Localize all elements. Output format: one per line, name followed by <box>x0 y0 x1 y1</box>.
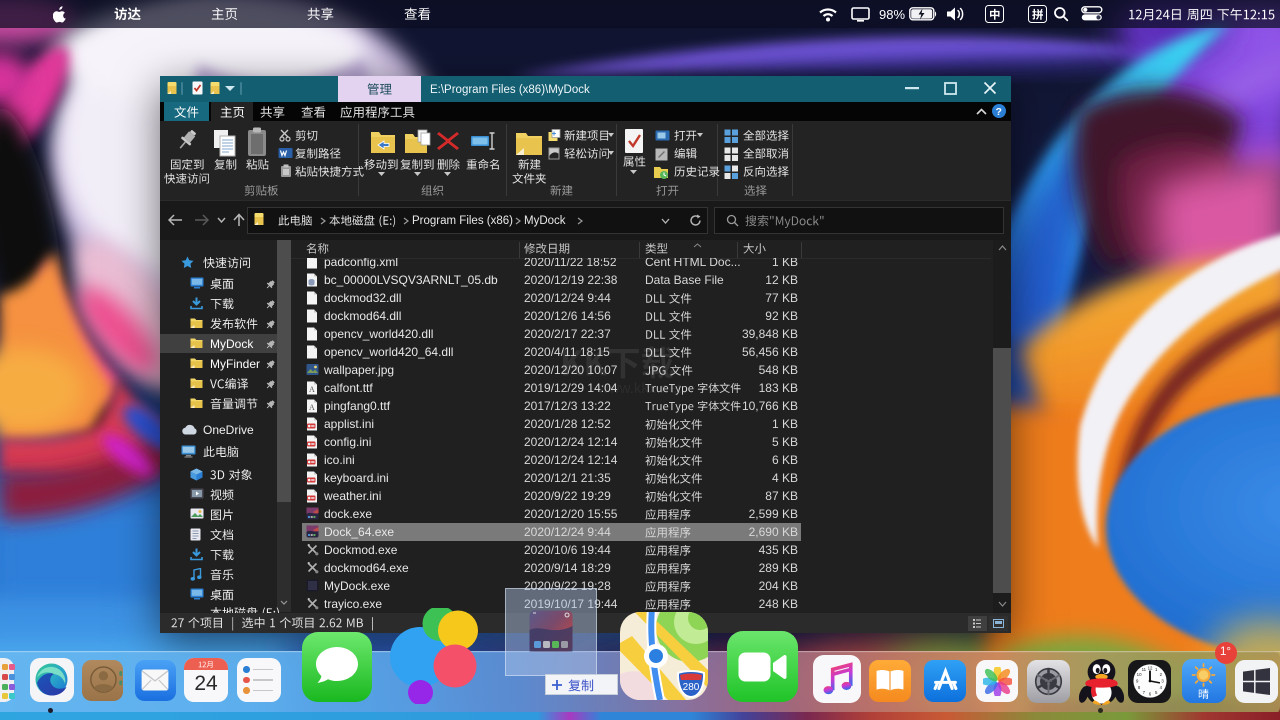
svg-text:A: A <box>309 403 315 412</box>
svg-text:12: 12 <box>1147 665 1152 670</box>
svg-text:10: 10 <box>1136 672 1141 677</box>
svg-text:11: 11 <box>1141 667 1146 672</box>
svg-text:A: A <box>309 385 315 394</box>
svg-text:280: 280 <box>683 682 700 693</box>
